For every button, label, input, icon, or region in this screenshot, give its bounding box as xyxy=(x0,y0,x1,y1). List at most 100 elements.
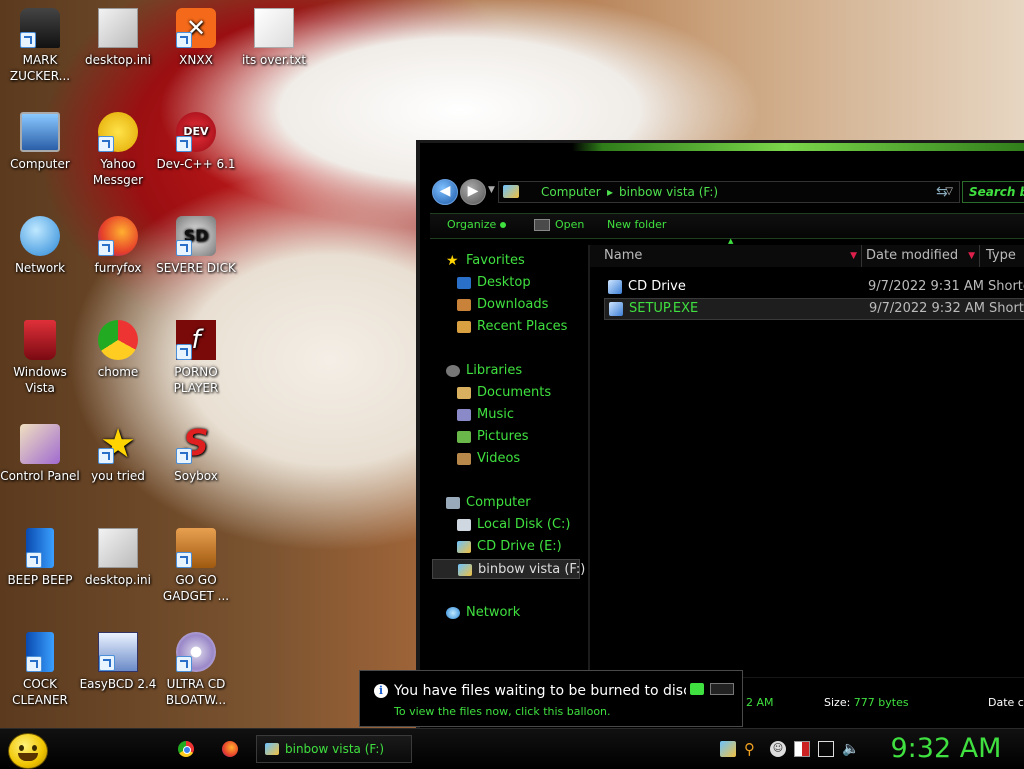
breadcrumb-computer[interactable]: Computer xyxy=(541,182,601,202)
nav-label: Music xyxy=(477,407,514,422)
nav-label: Pictures xyxy=(477,429,529,444)
column-header-name[interactable]: Name ▼ xyxy=(590,245,862,267)
nav-binbow-vista[interactable]: binbow vista (F:) xyxy=(432,559,585,579)
desktop-icon-xnxx[interactable]: ✕ XNXX xyxy=(156,8,236,68)
desktop-icon-label: Computer xyxy=(10,157,70,171)
nav-downloads[interactable]: Downloads xyxy=(457,295,607,315)
desktop-icon-easybcd[interactable]: EasyBCD 2.4 xyxy=(78,632,158,692)
desktop-icon-devcpp[interactable]: DEV Dev-C++ 6.1 xyxy=(156,112,236,172)
nav-videos[interactable]: Videos xyxy=(457,449,607,469)
downloads-folder-icon xyxy=(457,298,471,311)
nav-libraries[interactable]: Libraries xyxy=(446,361,596,381)
nav-label: Computer xyxy=(466,495,531,510)
action-center-flag-icon[interactable] xyxy=(794,741,810,757)
desktop-icon-furryfox[interactable]: furryfox xyxy=(78,216,158,276)
forward-arrow-icon[interactable]: ▶ xyxy=(460,179,486,205)
nav-pictures[interactable]: Pictures xyxy=(457,427,607,447)
desktop-icon-cock-cleaner[interactable]: COCK CLEANER xyxy=(0,632,80,708)
column-label: Type xyxy=(986,248,1016,263)
desktop-icon-go-go-gadget[interactable]: GO GO GADGET ... xyxy=(156,528,236,604)
start-button[interactable] xyxy=(8,733,48,769)
open-icon xyxy=(534,219,550,231)
nav-documents[interactable]: Documents xyxy=(457,383,607,403)
nav-local-disk[interactable]: Local Disk (C:) xyxy=(457,515,607,535)
window-title-bar[interactable] xyxy=(420,143,1024,151)
messenger-icon[interactable]: ☺ xyxy=(770,741,786,757)
open-button[interactable]: Open xyxy=(534,214,584,236)
taskbar: binbow vista (F:) ⚲ ☺ 🔈 9:32 AM xyxy=(0,728,1024,769)
file-name: CD Drive xyxy=(628,279,686,294)
refresh-icon[interactable]: ⇆ xyxy=(936,184,948,200)
desktop-icon-label: Network xyxy=(14,261,66,275)
nav-network[interactable]: Network xyxy=(446,603,596,623)
search-icon[interactable]: ⚲ xyxy=(744,741,760,757)
desktop-icon-label: Soybox xyxy=(174,469,218,483)
breadcrumb-separator-icon[interactable]: ▸ xyxy=(607,182,613,202)
nav-computer[interactable]: Computer xyxy=(446,493,596,513)
desktop-icon-severe[interactable]: SD SEVERE DICK xyxy=(156,216,236,276)
desktop-icon-mark-zucker[interactable]: MARK ZUCKER... xyxy=(0,8,80,84)
videos-icon xyxy=(457,452,471,465)
address-bar[interactable]: Computer ▸ binbow vista (F:) ▽ xyxy=(498,181,960,203)
computer-icon xyxy=(20,112,60,152)
close-balloon-button[interactable] xyxy=(710,683,734,695)
desktop-icon-desktop-ini-1[interactable]: desktop.ini xyxy=(78,8,158,68)
desktop-icon-chome[interactable]: chome xyxy=(78,320,158,380)
libraries-icon xyxy=(446,364,460,377)
nav-favorites[interactable]: ★ Favorites xyxy=(446,251,596,271)
clock[interactable]: 9:32 AM xyxy=(872,732,1020,766)
desktop-icon-label: GO GO GADGET ... xyxy=(162,573,230,603)
desktop-icon-ultra-cd[interactable]: ULTRA CD BLOATW... xyxy=(156,632,236,708)
sd-card-icon: SD xyxy=(176,216,216,256)
file-row[interactable]: SETUP.EXE 9/7/2022 9:32 AM Shortcut xyxy=(604,298,1024,320)
network-icon[interactable] xyxy=(818,741,834,757)
size-label: Size: xyxy=(824,696,851,709)
desktop-icon-yahoo[interactable]: Yahoo Messger xyxy=(78,112,158,188)
explorer-window: ◀ ▶ ▼ Computer ▸ binbow vista (F:) ▽ ⇆ S… xyxy=(416,140,1024,732)
column-dropdown-icon[interactable]: ▼ xyxy=(850,245,857,267)
xampp-icon: ✕ xyxy=(176,8,216,48)
column-header-date[interactable]: Date modified ▼ xyxy=(862,245,980,267)
volume-icon[interactable]: 🔈 xyxy=(842,741,859,757)
history-dropdown-icon[interactable]: ▼ xyxy=(488,185,495,195)
globe-icon xyxy=(20,216,60,256)
nav-recent-places[interactable]: Recent Places xyxy=(457,317,607,337)
open-label: Open xyxy=(555,218,585,231)
settings-file-icon xyxy=(98,528,138,568)
desktop-icon-windows-vista[interactable]: Windows Vista xyxy=(0,320,80,396)
sort-indicator-icon: ▲ xyxy=(728,237,734,245)
file-row[interactable]: CD Drive 9/7/2022 9:31 AM Shortcut xyxy=(604,277,1024,297)
desktop-icon-label: COCK CLEANER xyxy=(12,677,68,707)
column-header-type[interactable]: Type xyxy=(980,245,1024,267)
tray-drive-icon[interactable] xyxy=(720,741,736,757)
desktop-icon-its-over[interactable]: its over.txt xyxy=(234,8,314,68)
desktop-icon-desktop-ini-2[interactable]: desktop.ini xyxy=(78,528,158,588)
column-label: Date modified xyxy=(866,248,959,263)
chrome-icon[interactable] xyxy=(178,741,194,757)
star-icon: ★ xyxy=(98,424,138,464)
firefox-icon[interactable] xyxy=(222,741,238,757)
desktop-icon-soybox[interactable]: S Soybox xyxy=(156,424,236,484)
breadcrumb-binbow[interactable]: binbow vista (F:) xyxy=(619,182,718,202)
search-input[interactable]: Search bin xyxy=(962,181,1024,203)
details-date-created-label: Date created xyxy=(988,696,1024,709)
desktop-icon-control-panel[interactable]: Control Panel xyxy=(0,424,80,484)
desktop-icon-porno-player[interactable]: f PORNO PLAYER xyxy=(156,320,236,396)
column-dropdown-icon[interactable]: ▼ xyxy=(968,245,975,267)
taskbar-item-binbow-vista[interactable]: binbow vista (F:) xyxy=(256,735,412,763)
navigation-pane: ★ Favorites Desktop Downloads Recent Plac… xyxy=(430,245,588,731)
burn-notification-balloon[interactable]: i You have files waiting to be burned to… xyxy=(359,670,743,727)
nav-label: Recent Places xyxy=(477,319,568,334)
nav-music[interactable]: Music xyxy=(457,405,607,425)
new-folder-button[interactable]: New folder xyxy=(607,214,666,236)
desktop-icon-you-tried[interactable]: ★ you tried xyxy=(78,424,158,484)
file-type: Shortcut xyxy=(989,301,1024,316)
desktop-icon-computer[interactable]: Computer xyxy=(0,112,80,172)
nav-label: Favorites xyxy=(466,253,525,268)
desktop-icon-network[interactable]: Network xyxy=(0,216,80,276)
nav-desktop[interactable]: Desktop xyxy=(457,273,607,293)
organize-button[interactable]: Organize xyxy=(447,214,507,236)
desktop-icon-beep-beep[interactable]: BEEP BEEP xyxy=(0,528,80,588)
nav-cd-drive[interactable]: CD Drive (E:) xyxy=(457,537,607,557)
back-arrow-icon[interactable]: ◀ xyxy=(432,179,458,205)
